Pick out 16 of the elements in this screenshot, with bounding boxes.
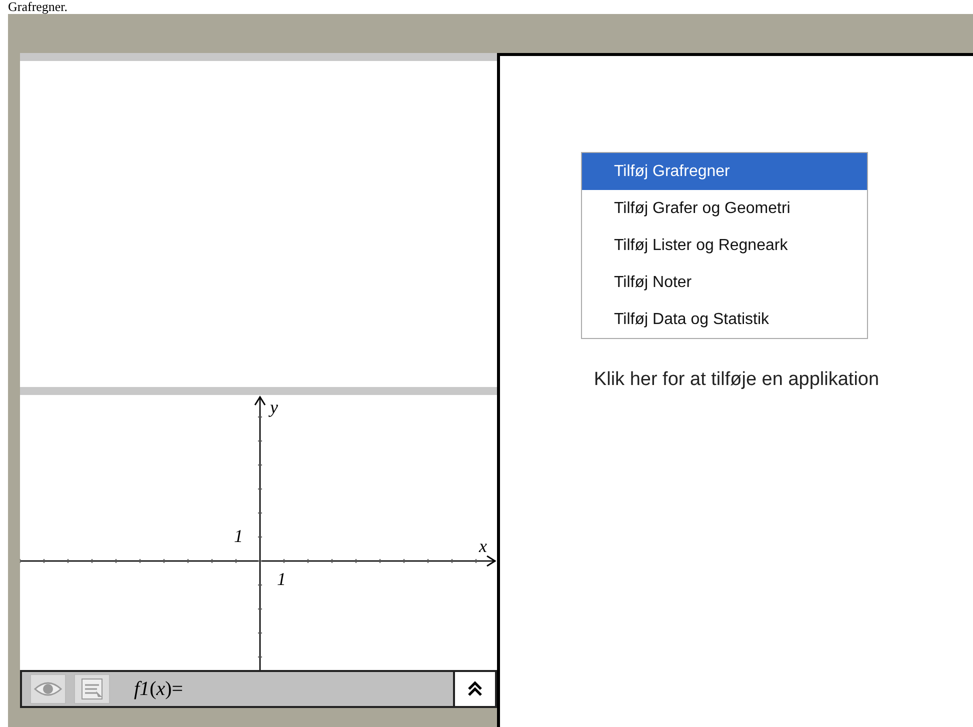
- menu-item[interactable]: Tilføj Grafer og Geometri: [582, 190, 867, 227]
- tick-label: 1: [234, 526, 243, 546]
- eye-icon[interactable]: [30, 674, 66, 704]
- tick-label: 1: [277, 569, 286, 589]
- chevrons-up-icon: [466, 680, 484, 698]
- expand-button[interactable]: [453, 672, 495, 706]
- menu-item[interactable]: Tilføj Lister og Regneark: [582, 227, 867, 264]
- hint-text: Klik her for at tilføje en applikation: [594, 369, 880, 391]
- y-axis-label: y: [270, 397, 278, 417]
- x-axis-label: x: [479, 536, 487, 556]
- menu-item[interactable]: Tilføj Noter: [582, 264, 867, 301]
- menu-item[interactable]: Tilføj Grafregner: [582, 153, 867, 190]
- function-input-field[interactable]: f1(x)=: [134, 678, 184, 700]
- menu-item[interactable]: Tilføj Data og Statistik: [582, 301, 867, 338]
- caption-text: Grafregner.: [8, 0, 68, 14]
- list-icon[interactable]: [74, 674, 110, 704]
